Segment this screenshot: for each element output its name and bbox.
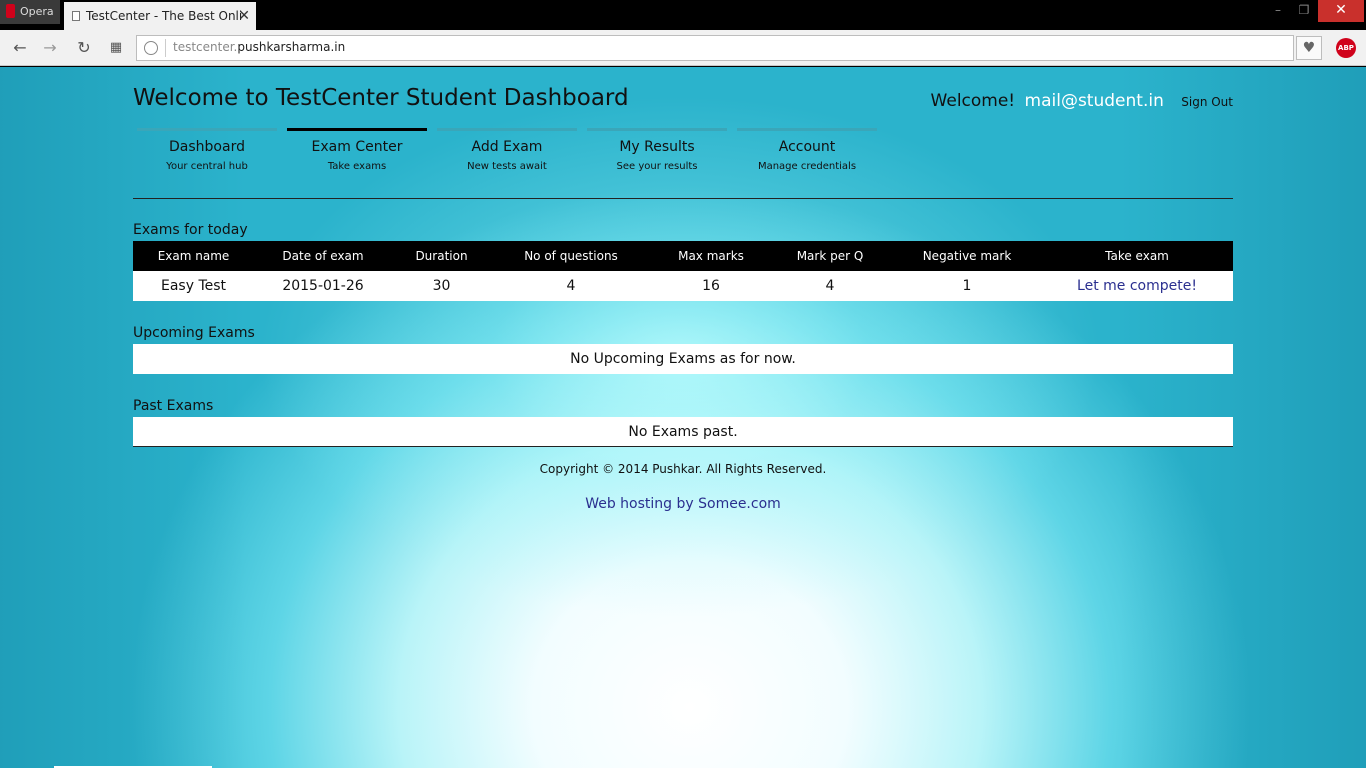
url-text: testcenter.pushkarsharma.in [173,40,345,54]
welcome-label: Welcome! [930,91,1016,111]
menu-item-title: Account [778,139,836,155]
menu-item-subtitle: Manage credentials [757,161,857,172]
menu-item-my-results[interactable]: My Results See your results [587,128,727,184]
menu-item-dashboard[interactable]: Dashboard Your central hub [137,128,277,184]
arrow-left-icon[interactable]: ← [10,38,30,58]
past-exams-message: No Exams past. [133,417,1233,447]
browser-titlebar: Opera TestCenter - The Best Onli ✕ – ❐ ✕ [0,0,1366,30]
exam-date-cell: 2015-01-26 [282,278,364,294]
opera-label: Opera [20,5,54,18]
tab-close-icon[interactable]: ✕ [238,2,250,30]
exams-today-table: Exam name Date of exam Duration No of qu… [133,241,1233,301]
past-exams-heading: Past Exams [133,398,214,414]
tab-title: TestCenter - The Best Onli [86,9,243,23]
header-divider [133,198,1233,199]
arrow-right-icon[interactable]: → [40,38,60,58]
max-marks-cell: 16 [702,278,720,294]
menu-item-subtitle: Take exams [327,161,387,172]
menu-item-exam-center[interactable]: Exam Center Take exams [287,128,427,184]
column-header: Date of exam [282,249,364,263]
page-title: Welcome to TestCenter Student Dashboard [133,85,629,111]
address-separator [165,39,166,57]
page-icon [72,11,80,21]
exams-today-heading: Exams for today [133,222,248,238]
window-close-button[interactable]: ✕ [1318,0,1364,22]
duration-cell: 30 [432,278,451,294]
column-header: Max marks [678,249,744,263]
window-maximize-button[interactable]: ❐ [1292,0,1316,22]
url-domain: pushkarsharma.in [237,40,346,54]
welcome-area: Welcome! mail@student.in Sign Out [931,91,1233,111]
column-header: Negative mark [922,249,1012,263]
window-minimize-button[interactable]: – [1266,0,1290,22]
adblock-icon[interactable]: ABP [1336,38,1356,58]
reload-icon[interactable]: ↻ [74,38,94,58]
question-count-cell: 4 [566,278,576,294]
page-content: Welcome to TestCenter Student Dashboard … [133,67,1233,768]
take-exam-link[interactable]: Let me compete! [1045,271,1229,301]
opera-logo-icon [6,4,15,18]
browser-toolbar: ← → ↻ ▦ testcenter.pushkarsharma.in ♥ AB… [0,30,1366,66]
table-header-row: Exam name Date of exam Duration No of qu… [133,241,1233,271]
menu-item-add-exam[interactable]: Add Exam New tests await [437,128,577,184]
negative-mark-cell: 1 [962,278,972,294]
menu-item-title: Dashboard [169,139,245,155]
upcoming-exams-message: No Upcoming Exams as for now. [133,344,1233,374]
copyright-text: Copyright © 2014 Pushkar. All Rights Res… [539,462,827,476]
column-header: Take exam [1105,249,1169,263]
column-header: Mark per Q [796,249,864,263]
menu-item-title: Add Exam [471,139,543,155]
menu-item-title: My Results [619,139,695,155]
upcoming-exams-heading: Upcoming Exams [133,325,255,341]
column-header: No of questions [524,249,618,263]
url-prefix: testcenter. [173,40,238,54]
table-row: Easy Test 2015-01-26 30 4 16 4 1 Let me … [133,271,1233,301]
page-viewport: Welcome to TestCenter Student Dashboard … [0,67,1366,768]
column-header: Exam name [157,249,230,263]
address-field[interactable]: testcenter.pushkarsharma.in [136,35,1294,61]
hosting-link[interactable]: Web hosting by Somee.com [133,496,1233,512]
opera-menu-button[interactable]: Opera [0,0,60,24]
browser-tab[interactable]: TestCenter - The Best Onli ✕ [64,2,256,30]
menu-item-account[interactable]: Account Manage credentials [737,128,877,184]
menu-item-subtitle: New tests await [467,161,547,172]
menu-item-title: Exam Center [311,139,403,155]
column-header: Duration [415,249,468,263]
sign-out-link[interactable]: Sign Out [1181,95,1233,109]
menu-item-subtitle: Your central hub [166,161,248,172]
speed-dial-icon[interactable]: ▦ [106,38,126,58]
mark-per-question-cell: 4 [825,278,835,294]
site-info-icon[interactable] [144,41,158,55]
bookmark-heart-icon[interactable]: ♥ [1296,36,1322,60]
menu-item-subtitle: See your results [616,161,698,172]
user-email: mail@student.in [1024,91,1164,111]
exam-name-cell: Easy Test [160,278,227,294]
